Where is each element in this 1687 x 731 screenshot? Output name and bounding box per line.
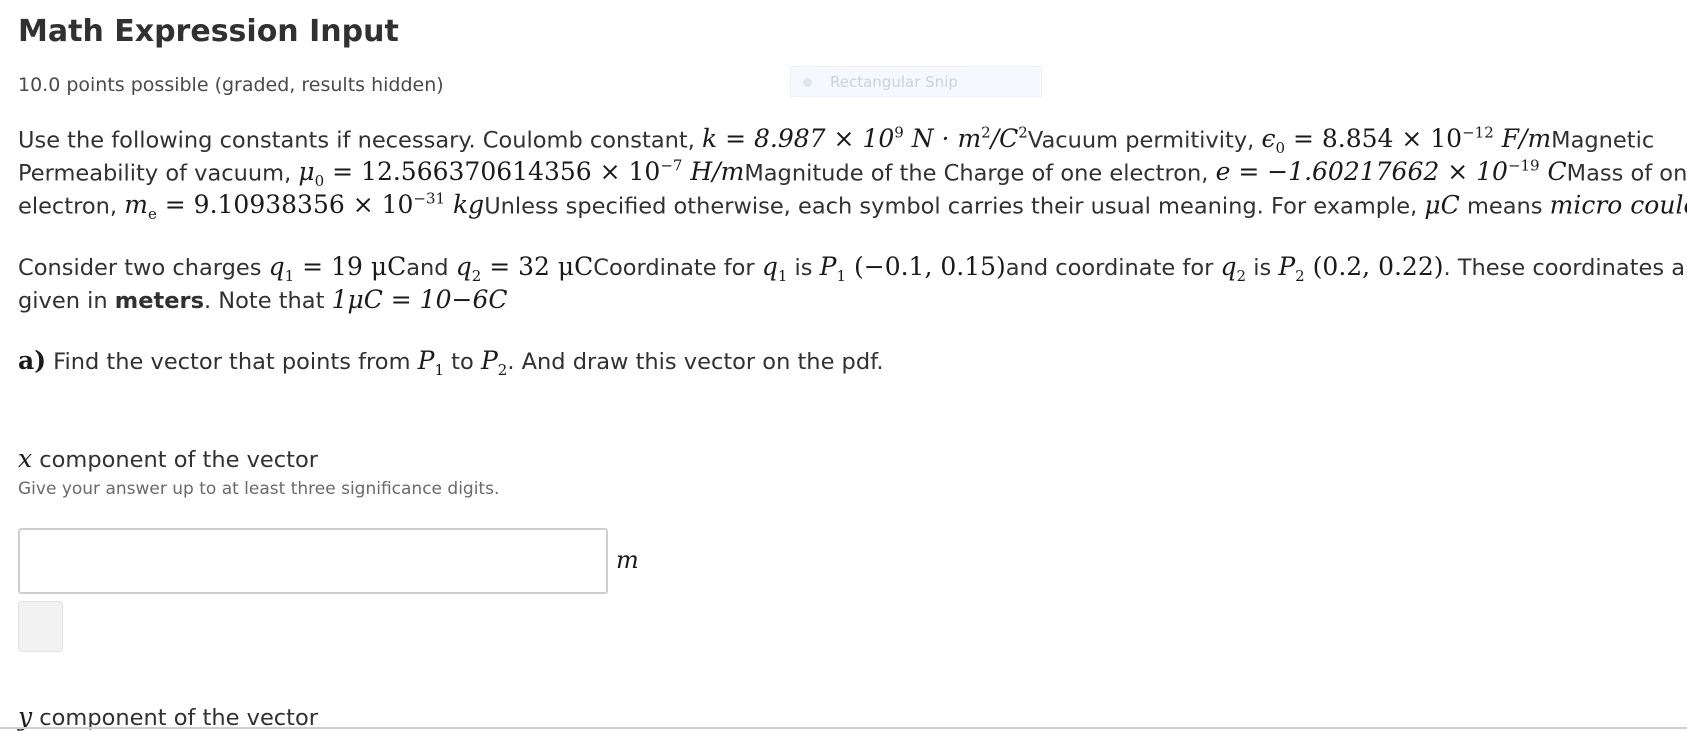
- micro-coulomb-text: micro coulomb: [1550, 190, 1687, 219]
- usual-meaning-text: Unless specified otherwise, each symbol …: [484, 193, 1424, 219]
- meters-text: meters: [115, 288, 204, 314]
- bottom-divider: [0, 727, 1687, 729]
- to-text: to: [444, 349, 481, 375]
- part-a-question: a) Find the vector that points from P1 t…: [18, 346, 884, 379]
- conversion-value: 1μC = 10−6C: [332, 285, 508, 314]
- coordinate-label-2: and coordinate for: [1006, 255, 1221, 281]
- part-a-text-1: Find the vector that points from: [46, 349, 418, 375]
- scenario-line-2: given in meters. Note that 1μC = 10−6C: [18, 285, 507, 314]
- constants-line-1: Use the following constants if necessary…: [18, 124, 1654, 157]
- vacuum-permitivity-label: Vacuum permitivity,: [1028, 127, 1262, 153]
- permeability-label: Permeability of vacuum,: [18, 160, 298, 186]
- scenario-tail: . These coordinates are: [1444, 255, 1687, 281]
- constants-line-3: electron, me = 9.10938356 × 10−31 kgUnle…: [18, 190, 1687, 223]
- unit-label: m: [616, 546, 639, 574]
- means-text: means: [1460, 193, 1550, 219]
- is-text-1: is: [787, 255, 819, 281]
- q2-symbol: q2: [1221, 252, 1247, 281]
- math-preview-box: [18, 601, 63, 652]
- problem-title: Math Expression Input: [18, 14, 399, 49]
- magnetic-label: Magnetic: [1551, 127, 1654, 153]
- and-text: and: [406, 255, 455, 281]
- given-text: given in: [18, 288, 115, 314]
- part-a-p1: P1: [418, 346, 444, 375]
- charge-q1: q1 = 19 μC: [269, 252, 407, 281]
- vacuum-permitivity-value: ϵ0 = 8.854 × 10−12 F/m: [1261, 124, 1551, 153]
- electron-mass-value: me = 9.10938356 × 10−31 kg: [124, 190, 484, 219]
- snip-label: Rectangular Snip: [830, 73, 958, 91]
- note-text: . Note that: [204, 288, 332, 314]
- coordinate-label-1: Coordinate for: [593, 255, 762, 281]
- is-text-2: is: [1246, 255, 1278, 281]
- x-component-title: x component of the vector: [18, 444, 318, 473]
- x-component-input[interactable]: [18, 528, 608, 594]
- q1-symbol: q1: [762, 252, 788, 281]
- scenario-intro: Consider two charges: [18, 255, 269, 281]
- points-possible: 10.0 points possible (graded, results hi…: [18, 74, 444, 96]
- micro-coulomb-symbol: μC: [1424, 190, 1459, 219]
- point-p1: P1 (−0.1, 0.15): [820, 252, 1006, 281]
- electron-charge-value: e = −1.60217662 × 10−19 C: [1216, 157, 1567, 186]
- part-a-label: a): [18, 346, 46, 375]
- rectangular-snip-overlay[interactable]: Rectangular Snip: [790, 66, 1042, 97]
- electron-charge-label: Magnitude of the Charge of one electron,: [744, 160, 1215, 186]
- coulomb-constant: k = 8.987 × 109 N · m2/C2: [702, 124, 1028, 153]
- electron-label: electron,: [18, 193, 124, 219]
- mass-label: Mass of one: [1567, 160, 1687, 186]
- x-component-hint: Give your answer up to at least three si…: [18, 479, 499, 499]
- point-p2: P2 (0.2, 0.22): [1278, 252, 1443, 281]
- charge-q2: q2 = 32 μC: [456, 252, 594, 281]
- permeability-value: μ0 = 12.566370614356 × 10−7 H/m: [298, 157, 744, 186]
- scenario-line-1: Consider two charges q1 = 19 μCand q2 = …: [18, 252, 1687, 285]
- part-a-p2: P2: [481, 346, 507, 375]
- constants-intro: Use the following constants if necessary…: [18, 127, 702, 153]
- part-a-text-2: . And draw this vector on the pdf.: [507, 349, 883, 375]
- record-dot-icon: [803, 78, 812, 87]
- constants-line-2: Permeability of vacuum, μ0 = 12.56637061…: [18, 157, 1687, 190]
